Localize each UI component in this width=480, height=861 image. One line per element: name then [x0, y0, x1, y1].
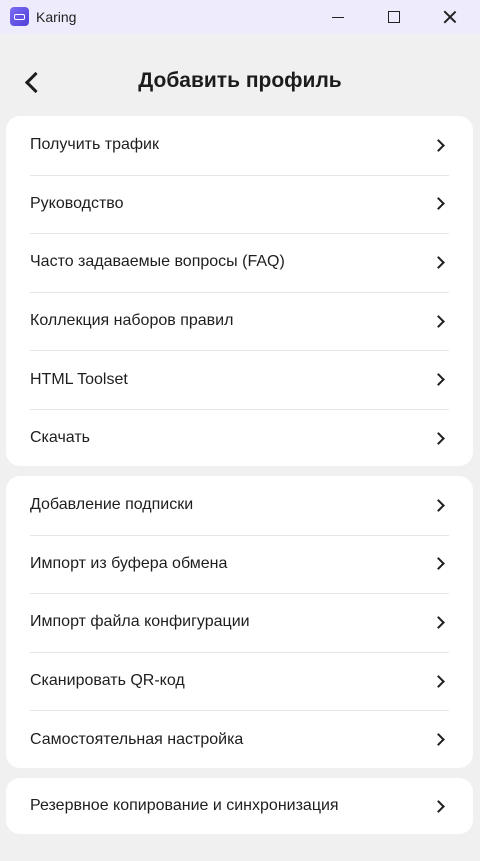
app-icon	[10, 7, 29, 26]
menu-item-label: Коллекция наборов правил	[30, 312, 234, 330]
menu-item-label: HTML Toolset	[30, 370, 128, 388]
menu-item-label: Скачать	[30, 429, 90, 447]
chevron-right-icon	[432, 431, 445, 445]
chevron-right-icon	[432, 197, 445, 211]
maximize-button[interactable]	[366, 0, 422, 34]
menu-item-download[interactable]: Скачать	[6, 408, 473, 466]
chevron-right-icon	[432, 256, 445, 269]
menu-item-html-toolset[interactable]: HTML Toolset	[6, 350, 473, 409]
section-resources: Получить трафик Руководство Часто задава…	[6, 116, 473, 466]
menu-item-label: Добавление подписки	[30, 496, 194, 514]
chevron-right-icon	[432, 733, 445, 747]
menu-item-import-clipboard[interactable]: Импорт из буфера обмена	[6, 534, 473, 594]
chevron-right-icon	[432, 498, 445, 512]
menu-item-label: Самостоятельная настройка	[30, 730, 244, 748]
chevron-right-icon	[432, 138, 445, 152]
maximize-icon	[388, 11, 400, 23]
menu-item-label: Импорт из буфера обмена	[30, 554, 228, 572]
close-icon	[443, 10, 457, 24]
section-add-profile: Добавление подписки Импорт из буфера обм…	[6, 476, 473, 768]
menu-item-faq[interactable]: Часто задаваемые вопросы (FAQ)	[6, 233, 473, 292]
menu-item-label: Часто задаваемые вопросы (FAQ)	[30, 253, 285, 271]
minimize-icon	[332, 16, 344, 18]
menu-item-label: Получить трафик	[30, 136, 159, 154]
window-titlebar: Karing	[0, 0, 480, 34]
close-button[interactable]	[422, 0, 478, 34]
menu-item-import-config-file[interactable]: Импорт файла конфигурации	[6, 593, 473, 652]
menu-item-add-subscription[interactable]: Добавление подписки	[6, 476, 473, 535]
chevron-right-icon	[432, 799, 445, 813]
menu-item-get-traffic[interactable]: Получить трафик	[6, 116, 473, 175]
page-title: Добавить профиль	[138, 69, 342, 92]
chevron-right-icon	[432, 557, 445, 571]
page-header: Добавить профиль	[0, 34, 480, 126]
menu-item-label: Руководство	[30, 194, 124, 212]
section-backup: Резервное копирование и синхронизация	[6, 778, 473, 834]
chevron-right-icon	[432, 616, 445, 629]
menu-item-guide[interactable]: Руководство	[6, 174, 473, 234]
minimize-button[interactable]	[310, 0, 366, 34]
menu-item-scan-qr[interactable]: Сканировать QR-код	[6, 651, 473, 711]
chevron-right-icon	[432, 674, 445, 688]
menu-item-manual-setup[interactable]: Самостоятельная настройка	[6, 710, 473, 768]
chevron-right-icon	[432, 314, 445, 328]
menu-item-backup-sync[interactable]: Резервное копирование и синхронизация	[6, 778, 473, 834]
menu-item-label: Импорт файла конфигурации	[30, 613, 250, 631]
menu-item-label: Сканировать QR-код	[30, 672, 185, 690]
menu-item-label: Резервное копирование и синхронизация	[30, 797, 339, 814]
menu-item-ruleset-collection[interactable]: Коллекция наборов правил	[6, 291, 473, 351]
window-title: Karing	[36, 9, 77, 25]
chevron-right-icon	[432, 373, 445, 387]
